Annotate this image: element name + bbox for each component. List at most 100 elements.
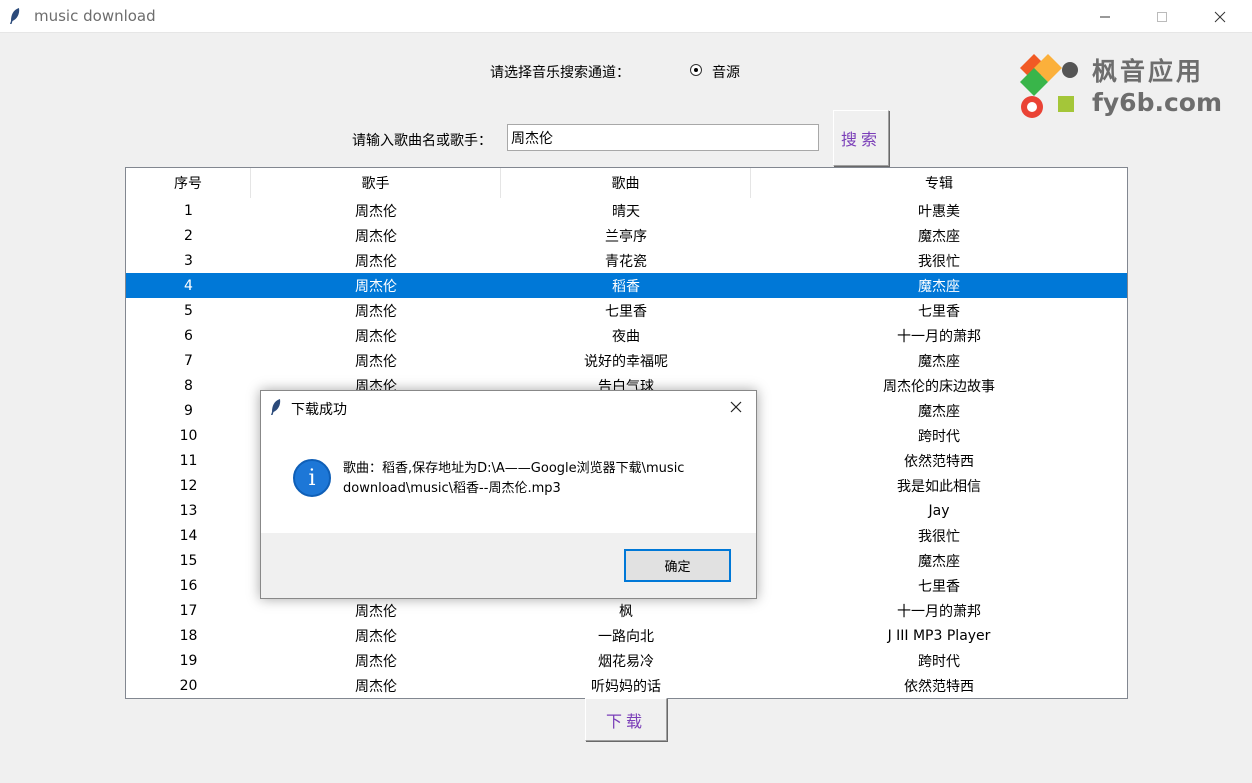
cell-artist: 周杰伦 <box>355 628 397 645</box>
channel-label: 请选择音乐搜索通道： <box>490 65 630 81</box>
cell-song: 七里香 <box>605 303 647 320</box>
cell-album: 叶惠美 <box>918 203 960 220</box>
cell-album: 跨时代 <box>918 653 960 670</box>
cell-song: 兰亭序 <box>605 228 647 245</box>
cell-album: 周杰伦的床边故事 <box>883 378 995 395</box>
cell-album: 依然范特西 <box>904 678 974 695</box>
logo-text-cn: 枫音应用 <box>1092 57 1205 86</box>
search-input[interactable] <box>507 124 819 151</box>
cell-album: 魔杰座 <box>918 353 960 370</box>
cell-artist: 周杰伦 <box>355 353 397 370</box>
cell-album: 我是如此相信 <box>897 478 981 495</box>
cell-artist: 周杰伦 <box>355 328 397 345</box>
cell-index: 4 <box>184 277 193 294</box>
cell-song: 枫 <box>619 603 633 620</box>
table-row[interactable]: 20 周杰伦 听妈妈的话 依然范特西 <box>126 673 1127 698</box>
cell-album: 我很忙 <box>918 253 960 270</box>
logo-text-domain: fy6b.com <box>1092 88 1223 117</box>
table-row[interactable]: 1 周杰伦 晴天 叶惠美 <box>126 198 1127 223</box>
cell-album: Jay <box>928 502 950 519</box>
maximize-icon <box>1157 11 1167 22</box>
cell-artist: 周杰伦 <box>355 278 397 295</box>
dialog-message: 歌曲：稻香,保存地址为D:\A——Google浏览器下载\music downl… <box>343 461 685 496</box>
cell-artist: 周杰伦 <box>355 653 397 670</box>
table-row[interactable]: 19 周杰伦 烟花易冷 跨时代 <box>126 648 1127 673</box>
close-icon <box>1214 11 1226 22</box>
column-header-song[interactable]: 歌曲 <box>501 168 751 198</box>
cell-index: 19 <box>179 652 198 669</box>
cell-index: 13 <box>179 502 198 519</box>
cell-album: 七里香 <box>918 303 960 320</box>
cell-index: 7 <box>184 352 193 369</box>
cell-index: 15 <box>179 552 198 569</box>
channel-option-label[interactable]: 音源 <box>712 62 740 82</box>
column-header-album[interactable]: 专辑 <box>751 168 1127 198</box>
title-bar: music download <box>0 0 1252 33</box>
info-icon: i <box>293 459 331 497</box>
minimize-button[interactable] <box>1082 0 1128 33</box>
cell-album: 魔杰座 <box>918 403 960 420</box>
search-button[interactable]: 搜索 <box>833 110 889 166</box>
cell-song: 一路向北 <box>598 628 654 645</box>
cell-index: 6 <box>184 327 193 344</box>
table-header: 序号 歌手 歌曲 专辑 <box>126 168 1127 198</box>
cell-index: 5 <box>184 302 193 319</box>
watermark-logo: 枫音应用 fy6b.com <box>1018 52 1224 124</box>
cell-index: 1 <box>184 202 193 219</box>
close-button[interactable] <box>1197 0 1243 33</box>
cell-index: 16 <box>179 577 198 594</box>
cell-artist: 周杰伦 <box>355 203 397 220</box>
feather-icon <box>10 8 20 24</box>
cell-album: 七里香 <box>918 578 960 595</box>
cell-artist: 周杰伦 <box>355 228 397 245</box>
cell-song: 稻香 <box>612 278 640 295</box>
table-row[interactable]: 7 周杰伦 说好的幸福呢 魔杰座 <box>126 348 1127 373</box>
table-row[interactable]: 6 周杰伦 夜曲 十一月的萧邦 <box>126 323 1127 348</box>
cell-index: 8 <box>184 377 193 394</box>
cell-album: 依然范特西 <box>904 453 974 470</box>
table-row[interactable]: 5 周杰伦 七里香 七里香 <box>126 298 1127 323</box>
cell-index: 14 <box>179 527 198 544</box>
cell-album: 十一月的萧邦 <box>897 328 981 345</box>
cell-album: J III MP3 Player <box>887 627 991 644</box>
cell-index: 18 <box>179 627 198 644</box>
cell-song: 夜曲 <box>612 328 640 345</box>
cell-song: 烟花易冷 <box>598 653 654 670</box>
cell-album: 十一月的萧邦 <box>897 603 981 620</box>
dialog-close-button[interactable] <box>723 395 749 419</box>
cell-index: 11 <box>179 452 198 469</box>
feather-icon <box>271 399 281 415</box>
dialog-footer: 确定 <box>261 533 756 598</box>
cell-artist: 周杰伦 <box>355 603 397 620</box>
cell-artist: 周杰伦 <box>355 253 397 270</box>
column-header-artist[interactable]: 歌手 <box>251 168 501 198</box>
cell-album: 魔杰座 <box>918 228 960 245</box>
column-header-index[interactable]: 序号 <box>126 168 251 198</box>
channel-radio[interactable] <box>690 64 702 76</box>
cell-index: 12 <box>179 477 198 494</box>
table-row[interactable]: 18 周杰伦 一路向北 J III MP3 Player <box>126 623 1127 648</box>
download-success-dialog: 下载成功 i 歌曲：稻香,保存地址为D:\A——Google浏览器下载\musi… <box>260 390 757 599</box>
cell-artist: 周杰伦 <box>355 678 397 695</box>
cell-album: 魔杰座 <box>918 553 960 570</box>
close-icon <box>730 401 742 413</box>
maximize-button[interactable] <box>1139 0 1185 33</box>
cell-song: 青花瓷 <box>605 253 647 270</box>
table-row[interactable]: 3 周杰伦 青花瓷 我很忙 <box>126 248 1127 273</box>
minimize-icon <box>1100 16 1110 17</box>
table-row[interactable]: 4 周杰伦 稻香 魔杰座 <box>126 273 1127 298</box>
cell-index: 17 <box>179 602 198 619</box>
download-button[interactable]: 下载 <box>585 698 667 741</box>
ok-button[interactable]: 确定 <box>624 549 731 582</box>
cell-index: 20 <box>179 677 198 694</box>
table-row[interactable]: 17 周杰伦 枫 十一月的萧邦 <box>126 598 1127 623</box>
cell-album: 跨时代 <box>918 428 960 445</box>
cell-album: 我很忙 <box>918 528 960 545</box>
cell-song: 晴天 <box>612 203 640 220</box>
cell-song: 说好的幸福呢 <box>584 353 668 370</box>
dialog-title-bar: 下载成功 <box>261 391 756 423</box>
table-row[interactable]: 2 周杰伦 兰亭序 魔杰座 <box>126 223 1127 248</box>
cell-song: 听妈妈的话 <box>591 678 661 695</box>
dialog-title: 下载成功 <box>291 402 347 418</box>
cell-index: 2 <box>184 227 193 244</box>
